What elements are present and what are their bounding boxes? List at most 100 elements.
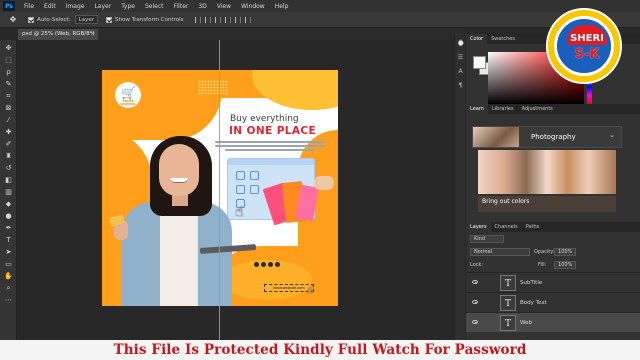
photoshop-app-icon[interactable]: Ps xyxy=(3,1,15,11)
menu-help[interactable]: Help xyxy=(270,3,294,10)
menu-type[interactable]: Type xyxy=(116,3,140,10)
blur-tool-icon[interactable]: ◆ xyxy=(4,200,13,209)
properties-icon[interactable]: ☰ xyxy=(457,54,464,61)
visibility-eye-icon[interactable] xyxy=(472,300,478,304)
checkbox-icon[interactable] xyxy=(106,16,113,23)
align-bottom-icon[interactable] xyxy=(245,16,252,23)
layer-row-selected[interactable]: T Web xyxy=(466,312,640,332)
channel-logo-inner: SHERI S-K xyxy=(554,16,614,76)
tab-learn[interactable]: Learn xyxy=(466,104,488,114)
visibility-eye-icon[interactable] xyxy=(472,280,478,284)
blend-mode-select[interactable]: Normal xyxy=(470,248,530,256)
youtube-icon xyxy=(275,262,280,267)
auto-select-dropdown[interactable]: Layer xyxy=(74,15,99,24)
paragraph-icon[interactable]: ¶ xyxy=(457,82,464,89)
rectangle-tool-icon[interactable]: ▭ xyxy=(4,260,13,269)
eraser-tool-icon[interactable]: ◧ xyxy=(4,176,13,185)
pointer-hand-icon: ☝ xyxy=(235,204,244,220)
align-left-icon[interactable] xyxy=(195,16,202,23)
opacity-input[interactable]: 100% xyxy=(554,248,576,256)
path-select-tool-icon[interactable]: ➤ xyxy=(4,248,13,257)
close-icon[interactable]: × xyxy=(90,29,95,40)
clone-stamp-tool-icon[interactable]: ♜ xyxy=(4,152,13,161)
zoom-tool-icon[interactable]: ⌕ xyxy=(4,284,13,293)
quick-select-tool-icon[interactable]: ✎ xyxy=(4,80,13,89)
brand-logo: 🛒 ONLINE SHOPPING xyxy=(115,82,141,108)
top-right-yellow-shape xyxy=(252,70,338,110)
tutorial-thumbnail[interactable] xyxy=(478,150,616,194)
tab-layers[interactable]: Layers xyxy=(466,222,491,232)
visibility-eye-icon[interactable] xyxy=(472,320,478,324)
model-top xyxy=(160,206,198,306)
learn-category-card[interactable]: Photography ⌄ xyxy=(472,126,622,148)
tab-paths[interactable]: Paths xyxy=(522,222,544,232)
align-top-icon[interactable] xyxy=(225,16,232,23)
menu-3d[interactable]: 3D xyxy=(193,3,211,10)
layer-row[interactable]: T SubTitle xyxy=(466,272,640,292)
eyedropper-tool-icon[interactable]: ⁄ xyxy=(4,116,13,125)
channel-logo-line2: S-K xyxy=(574,47,600,62)
gift-icon xyxy=(250,185,259,194)
character-icon[interactable]: A xyxy=(457,68,464,75)
fill-label: Fill: xyxy=(538,262,547,268)
tab-channels[interactable]: Channels xyxy=(491,222,522,232)
tab-swatches[interactable]: Swatches xyxy=(487,34,519,44)
menu-select[interactable]: Select xyxy=(140,3,169,10)
align-center-icon[interactable] xyxy=(205,16,212,23)
layer-filter-kind[interactable]: Kind xyxy=(470,235,504,243)
foreground-color-chip[interactable] xyxy=(473,56,486,69)
tab-libraries[interactable]: Libraries xyxy=(488,104,518,114)
fill-input[interactable]: 100% xyxy=(554,261,576,269)
align-middle-icon[interactable] xyxy=(235,16,242,23)
artwork-canvas[interactable]: 🛒 ONLINE SHOPPING Buy everything IN ONE … xyxy=(102,70,338,306)
pen-tool-icon[interactable]: ✒ xyxy=(4,224,13,233)
learn-category-title: Photography xyxy=(531,133,576,141)
checkbox-icon[interactable] xyxy=(28,16,34,23)
brand-text: ONLINE SHOPPING xyxy=(120,100,136,106)
tutorial-title[interactable]: Bring out colors xyxy=(482,198,529,205)
move-tool-icon[interactable]: ✥ xyxy=(6,14,20,26)
menu-layer[interactable]: Layer xyxy=(89,3,116,10)
transform-controls-checkbox[interactable]: Show Transform Controls xyxy=(106,16,183,23)
chevron-down-icon[interactable]: ⌄ xyxy=(609,131,615,139)
menu-view[interactable]: View xyxy=(212,3,236,10)
auto-select-checkbox[interactable]: Auto-Select: xyxy=(28,16,71,23)
crop-tool-icon[interactable]: ⌗ xyxy=(4,92,13,101)
hand-tool-icon[interactable]: ✋ xyxy=(4,272,13,281)
menu-file[interactable]: File xyxy=(19,3,39,10)
align-right-icon[interactable] xyxy=(215,16,222,23)
bag-icon xyxy=(250,171,259,180)
lock-label: Lock: xyxy=(470,262,484,268)
menu-window[interactable]: Window xyxy=(236,3,270,10)
body-text-line xyxy=(225,149,315,151)
dodge-tool-icon[interactable]: ● xyxy=(4,212,13,221)
history-brush-tool-icon[interactable]: ↺ xyxy=(4,164,13,173)
history-icon[interactable]: ⌚ xyxy=(457,40,464,47)
lasso-tool-icon[interactable]: ρ xyxy=(4,68,13,77)
type-tool-icon[interactable]: T xyxy=(4,236,13,245)
social-icons xyxy=(254,262,280,267)
tools-panel: ✥ ⬚ ρ ✎ ⌗ ⊠ ⁄ ✚ ✐ ♜ ↺ ◧ ▥ ◆ ● ✒ T ➤ ▭ ✋ … xyxy=(0,40,17,358)
layer-name[interactable]: SubTitle xyxy=(520,280,542,286)
dollar-icon xyxy=(236,171,245,180)
photoshop-window: Ps File Edit Image Layer Type Select Fil… xyxy=(0,0,640,360)
layer-name[interactable]: Body Text xyxy=(520,300,547,306)
marquee-tool-icon[interactable]: ⬚ xyxy=(4,56,13,65)
document-tab[interactable]: psd @ 25% (Web, RGB/8*) × xyxy=(18,29,98,40)
frame-tool-icon[interactable]: ⊠ xyxy=(4,104,13,113)
model-face xyxy=(159,144,199,196)
more-tools-icon[interactable]: ⋯ xyxy=(4,296,13,305)
tab-color[interactable]: Color xyxy=(466,34,488,44)
healing-brush-tool-icon[interactable]: ✚ xyxy=(4,128,13,137)
layer-row[interactable]: T Body Text xyxy=(466,292,640,312)
menu-image[interactable]: Image xyxy=(61,3,90,10)
tab-adjustments[interactable]: Adjustments xyxy=(518,104,557,114)
shopping-cart-icon: 🛒 xyxy=(121,86,136,100)
gradient-tool-icon[interactable]: ▥ xyxy=(4,188,13,197)
layer-name[interactable]: Web xyxy=(520,320,532,326)
menu-filter[interactable]: Filter xyxy=(169,3,194,10)
menu-edit[interactable]: Edit xyxy=(39,3,61,10)
brush-tool-icon[interactable]: ✐ xyxy=(4,140,13,149)
move-tool-icon[interactable]: ✥ xyxy=(4,44,13,53)
guide-line[interactable] xyxy=(219,40,220,340)
